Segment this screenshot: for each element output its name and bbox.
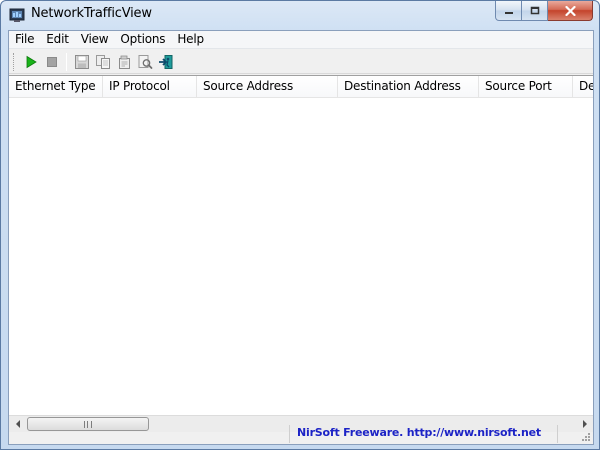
properties-button[interactable] xyxy=(113,52,134,72)
menu-edit[interactable]: Edit xyxy=(40,31,74,48)
save-icon xyxy=(74,54,89,69)
title-bar[interactable]: NetworkTrafficView xyxy=(1,1,599,29)
column-destination-port[interactable]: De xyxy=(573,76,593,98)
exit-icon xyxy=(158,54,172,69)
exit-button[interactable] xyxy=(155,52,176,72)
maximize-button[interactable] xyxy=(522,1,548,21)
copy-button[interactable] xyxy=(92,52,113,72)
stop-icon xyxy=(46,56,57,67)
copy-icon xyxy=(95,54,110,69)
toolbar xyxy=(9,50,593,74)
client-area: File Edit View Options Help Ethernet Typ… xyxy=(8,30,594,445)
scroll-left-button[interactable] xyxy=(9,416,26,432)
start-capture-button[interactable] xyxy=(20,52,41,72)
menu-file[interactable]: File xyxy=(9,31,40,48)
stop-capture-button[interactable] xyxy=(41,52,62,72)
toolbar-grip[interactable] xyxy=(13,52,16,71)
list-header: Ethernet Type IP Protocol Source Address… xyxy=(9,76,593,98)
traffic-list[interactable]: Ethernet Type IP Protocol Source Address… xyxy=(9,75,593,415)
close-button[interactable] xyxy=(548,1,593,21)
caption-buttons xyxy=(495,1,593,21)
resize-grip-icon[interactable] xyxy=(580,431,591,442)
properties-icon xyxy=(118,55,130,69)
column-source-address[interactable]: Source Address xyxy=(197,76,338,98)
status-divider xyxy=(289,425,290,443)
find-icon xyxy=(138,54,152,69)
network-app-icon xyxy=(9,8,25,22)
nirsoft-link[interactable]: NirSoft Freeware. http://www.nirsoft.net xyxy=(297,426,541,442)
menu-options[interactable]: Options xyxy=(114,31,171,48)
grip-icon xyxy=(84,420,92,428)
menu-help[interactable]: Help xyxy=(171,31,210,48)
minimize-button[interactable] xyxy=(495,1,522,21)
close-icon xyxy=(564,5,576,16)
menu-view[interactable]: View xyxy=(75,31,115,48)
scroll-right-button[interactable] xyxy=(576,416,593,432)
chevron-left-icon xyxy=(15,420,20,428)
maximize-icon xyxy=(530,6,539,15)
save-button[interactable] xyxy=(71,52,92,72)
app-window: NetworkTrafficView File Edit View Option… xyxy=(0,0,600,450)
menu-bar: File Edit View Options Help xyxy=(9,31,593,49)
status-divider xyxy=(557,425,558,443)
scroll-thumb[interactable] xyxy=(27,417,149,431)
find-button[interactable] xyxy=(134,52,155,72)
minimize-icon xyxy=(504,11,513,14)
toolbar-separator xyxy=(66,52,67,71)
column-source-port[interactable]: Source Port xyxy=(479,76,573,98)
chevron-right-icon xyxy=(582,420,587,428)
column-destination-address[interactable]: Destination Address xyxy=(338,76,479,98)
window-title: NetworkTrafficView xyxy=(31,6,152,21)
column-ip-protocol[interactable]: IP Protocol xyxy=(103,76,197,98)
column-ethernet-type[interactable]: Ethernet Type xyxy=(9,76,103,98)
play-icon xyxy=(26,55,37,68)
